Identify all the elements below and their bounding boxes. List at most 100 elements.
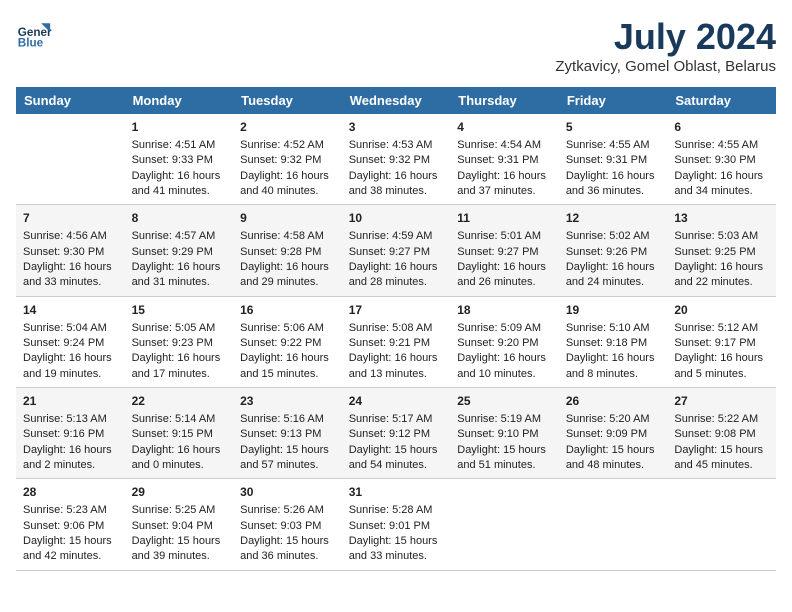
calendar-cell: 19Sunrise: 5:10 AMSunset: 9:18 PMDayligh… [559,296,668,387]
daylight-text: Daylight: 16 hours and 34 minutes. [674,169,769,200]
day-of-week-header: Friday [559,87,668,114]
daylight-text: Daylight: 15 hours and 45 minutes. [674,443,769,474]
logo-icon: General Blue [16,16,52,52]
sunrise-text: Sunrise: 4:55 AM [566,138,661,153]
calendar-cell [559,479,668,570]
daylight-text: Daylight: 16 hours and 38 minutes. [349,169,444,200]
sunset-text: Sunset: 9:32 PM [240,153,335,168]
day-number: 7 [23,210,118,227]
day-number: 16 [240,302,335,319]
sunset-text: Sunset: 9:26 PM [566,245,661,260]
calendar-cell: 3Sunrise: 4:53 AMSunset: 9:32 PMDaylight… [342,114,451,205]
calendar-body: 1Sunrise: 4:51 AMSunset: 9:33 PMDaylight… [16,114,776,570]
calendar-cell: 16Sunrise: 5:06 AMSunset: 9:22 PMDayligh… [233,296,342,387]
sunrise-text: Sunrise: 5:05 AM [132,321,227,336]
sunset-text: Sunset: 9:27 PM [349,245,444,260]
sunset-text: Sunset: 9:23 PM [132,336,227,351]
calendar-cell [16,114,125,205]
day-number: 30 [240,484,335,501]
sunrise-text: Sunrise: 5:08 AM [349,321,444,336]
sunrise-text: Sunrise: 5:20 AM [566,412,661,427]
calendar-week-row: 14Sunrise: 5:04 AMSunset: 9:24 PMDayligh… [16,296,776,387]
calendar-cell [667,479,776,570]
daylight-text: Daylight: 16 hours and 36 minutes. [566,169,661,200]
day-number: 4 [457,119,552,136]
day-number: 26 [566,393,661,410]
daylight-text: Daylight: 15 hours and 33 minutes. [349,534,444,565]
day-number: 14 [23,302,118,319]
calendar-cell: 28Sunrise: 5:23 AMSunset: 9:06 PMDayligh… [16,479,125,570]
sunrise-text: Sunrise: 5:25 AM [132,503,227,518]
calendar-week-row: 1Sunrise: 4:51 AMSunset: 9:33 PMDaylight… [16,114,776,205]
logo: General Blue [16,16,52,52]
calendar-cell: 14 Sunrise: 5:04 AMSunset: 9:24 PMDayligh… [16,296,125,387]
calendar-cell [450,479,559,570]
day-number: 21 [23,393,118,410]
calendar-cell: 18Sunrise: 5:09 AMSunset: 9:20 PMDayligh… [450,296,559,387]
sunrise-text: Sunrise: 5:04 AM [23,321,118,336]
sunset-text: Sunset: 9:16 PM [23,427,118,442]
day-number: 9 [240,210,335,227]
sunrise-text: Sunrise: 4:51 AM [132,138,227,153]
sunset-text: Sunset: 9:17 PM [674,336,769,351]
daylight-text: Daylight: 15 hours and 39 minutes. [132,534,227,565]
daylight-text: Daylight: 16 hours and 19 minutes. [23,351,118,382]
calendar-table: SundayMondayTuesdayWednesdayThursdayFrid… [16,87,776,571]
sunset-text: Sunset: 9:20 PM [457,336,552,351]
calendar-cell: 29Sunrise: 5:25 AMSunset: 9:04 PMDayligh… [125,479,234,570]
day-number: 11 [457,210,552,227]
sunrise-text: Sunrise: 5:28 AM [349,503,444,518]
calendar-cell: 5Sunrise: 4:55 AMSunset: 9:31 PMDaylight… [559,114,668,205]
sunset-text: Sunset: 9:03 PM [240,519,335,534]
sunset-text: Sunset: 9:24 PM [23,336,118,351]
daylight-text: Daylight: 16 hours and 17 minutes. [132,351,227,382]
page-header: General Blue July 2024 Zytkavicy, Gomel … [16,16,776,75]
daylight-text: Daylight: 16 hours and 5 minutes. [674,351,769,382]
calendar-cell: 20Sunrise: 5:12 AMSunset: 9:17 PMDayligh… [667,296,776,387]
daylight-text: Daylight: 16 hours and 29 minutes. [240,260,335,291]
sunrise-text: Sunrise: 5:26 AM [240,503,335,518]
sunrise-text: Sunrise: 4:58 AM [240,229,335,244]
day-of-week-header: Saturday [667,87,776,114]
sunrise-text: Sunrise: 4:57 AM [132,229,227,244]
subtitle: Zytkavicy, Gomel Oblast, Belarus [555,58,776,75]
daylight-text: Daylight: 16 hours and 15 minutes. [240,351,335,382]
sunset-text: Sunset: 9:18 PM [566,336,661,351]
main-title: July 2024 [555,16,776,58]
day-number: 3 [349,119,444,136]
sunrise-text: Sunrise: 5:23 AM [23,503,118,518]
daylight-text: Daylight: 15 hours and 54 minutes. [349,443,444,474]
day-number: 13 [674,210,769,227]
daylight-text: Daylight: 16 hours and 37 minutes. [457,169,552,200]
daylight-text: Daylight: 16 hours and 33 minutes. [23,260,118,291]
sunset-text: Sunset: 9:29 PM [132,245,227,260]
daylight-text: Daylight: 16 hours and 0 minutes. [132,443,227,474]
day-number: 31 [349,484,444,501]
day-number: 27 [674,393,769,410]
sunset-text: Sunset: 9:15 PM [132,427,227,442]
sunrise-text: Sunrise: 4:55 AM [674,138,769,153]
day-number: 29 [132,484,227,501]
sunset-text: Sunset: 9:31 PM [566,153,661,168]
sunset-text: Sunset: 9:10 PM [457,427,552,442]
sunrise-text: Sunrise: 5:09 AM [457,321,552,336]
calendar-cell: 9Sunrise: 4:58 AMSunset: 9:28 PMDaylight… [233,205,342,296]
day-of-week-header: Sunday [16,87,125,114]
daylight-text: Daylight: 16 hours and 40 minutes. [240,169,335,200]
sunrise-text: Sunrise: 4:53 AM [349,138,444,153]
sunset-text: Sunset: 9:01 PM [349,519,444,534]
day-number: 25 [457,393,552,410]
daylight-text: Daylight: 16 hours and 2 minutes. [23,443,118,474]
day-of-week-header: Tuesday [233,87,342,114]
calendar-cell: 27Sunrise: 5:22 AMSunset: 9:08 PMDayligh… [667,388,776,479]
sunset-text: Sunset: 9:06 PM [23,519,118,534]
sunrise-text: Sunrise: 5:22 AM [674,412,769,427]
daylight-text: Daylight: 16 hours and 8 minutes. [566,351,661,382]
calendar-cell: 1Sunrise: 4:51 AMSunset: 9:33 PMDaylight… [125,114,234,205]
day-number: 23 [240,393,335,410]
sunrise-text: Sunrise: 5:01 AM [457,229,552,244]
calendar-cell: 30Sunrise: 5:26 AMSunset: 9:03 PMDayligh… [233,479,342,570]
day-of-week-header: Monday [125,87,234,114]
day-number: 22 [132,393,227,410]
day-number: 15 [132,302,227,319]
